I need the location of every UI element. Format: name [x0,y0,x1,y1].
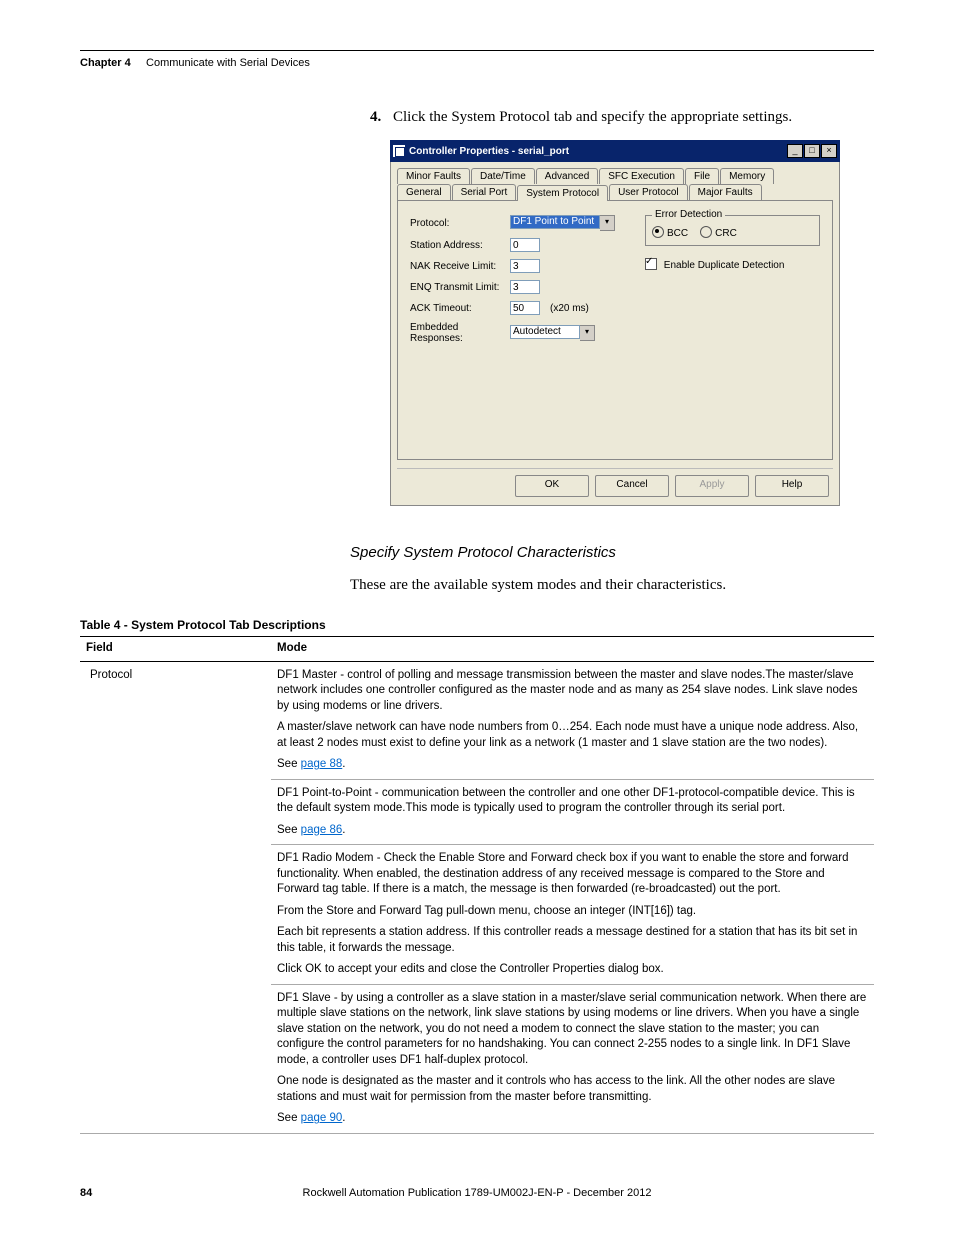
tab-date-time[interactable]: Date/Time [471,168,535,184]
embedded-value: Autodetect [510,325,580,339]
mode-paragraph: Each bit represents a station address. I… [277,925,868,956]
checkbox-icon [645,258,657,270]
page-link[interactable]: page 86 [301,824,343,836]
mode-cell: DF1 Slave - by using a controller as a s… [271,984,874,1133]
protocol-value: DF1 Point to Point [510,215,600,229]
protocol-label: Protocol: [410,218,510,229]
ack-unit: (x20 ms) [550,303,589,314]
publication-info: Rockwell Automation Publication 1789-UM0… [80,1187,874,1199]
enq-input[interactable] [510,280,540,294]
minimize-button[interactable]: _ [787,144,803,158]
running-head: Chapter 4 Communicate with Serial Device… [80,57,874,69]
close-button[interactable]: × [821,144,837,158]
page-footer: 84 Rockwell Automation Publication 1789-… [80,1187,874,1199]
step-number: 4. [370,109,381,125]
radio-crc[interactable]: CRC [700,224,737,239]
radio-icon [652,226,664,238]
see-link-line: See page 90. [277,1111,868,1127]
mode-paragraph: DF1 Master - control of polling and mess… [277,668,868,715]
nak-label: NAK Receive Limit: [410,261,510,272]
ok-button[interactable]: OK [515,475,589,497]
enq-label: ENQ Transmit Limit: [410,282,510,293]
help-button[interactable]: Help [755,475,829,497]
ack-label: ACK Timeout: [410,303,510,314]
step-text: Click the System Protocol tab and specif… [393,109,792,125]
col-mode: Mode [271,637,874,662]
tab-system-protocol[interactable]: System Protocol [517,185,608,201]
col-field: Field [80,637,271,662]
field-cell: Protocol [80,661,271,1133]
page-link[interactable]: page 90 [301,1112,343,1124]
page-link[interactable]: page 88 [301,758,343,770]
protocol-select[interactable]: DF1 Point to Point ▾ [510,215,615,231]
tab-advanced[interactable]: Advanced [536,168,598,184]
dialog-tabs: Minor Faults Date/Time Advanced SFC Exec… [397,168,833,460]
app-icon [393,145,405,157]
mode-cell: DF1 Radio Modem - Check the Enable Store… [271,845,874,985]
header-rule [80,50,874,51]
dialog-titlebar: Controller Properties - serial_port _ □ … [390,140,840,162]
protocol-table: Field Mode ProtocolDF1 Master - control … [80,636,874,1134]
table-caption: Table 4 - System Protocol Tab Descriptio… [80,618,874,632]
duplicate-detection-label: Enable Duplicate Detection [664,260,785,271]
tab-general[interactable]: General [397,184,451,200]
controller-properties-dialog: Controller Properties - serial_port _ □ … [390,140,840,506]
mode-paragraph: Click OK to accept your edits and close … [277,962,868,978]
tab-memory[interactable]: Memory [720,168,774,184]
radio-bcc[interactable]: BCC [652,224,688,239]
chapter-label: Chapter 4 [80,57,131,69]
step-line: 4. Click the System Protocol tab and spe… [370,109,874,126]
mode-paragraph: DF1 Slave - by using a controller as a s… [277,991,868,1069]
tab-panel: Protocol: DF1 Point to Point ▾ Station A… [397,200,833,460]
nak-input[interactable] [510,259,540,273]
ack-input[interactable] [510,301,540,315]
section-subhead: Specify System Protocol Characteristics [350,544,874,561]
section-intro: These are the available system modes and… [350,577,874,594]
tab-sfc-execution[interactable]: SFC Execution [599,168,684,184]
dialog-buttons: OK Cancel Apply Help [397,468,833,499]
mode-paragraph: One node is designated as the master and… [277,1074,868,1105]
embedded-label: Embedded Responses: [410,322,510,344]
tab-major-faults[interactable]: Major Faults [689,184,762,200]
tab-minor-faults[interactable]: Minor Faults [397,168,470,184]
radio-icon [700,226,712,238]
embedded-select[interactable]: Autodetect ▾ [510,325,595,341]
tab-user-protocol[interactable]: User Protocol [609,184,688,200]
cancel-button[interactable]: Cancel [595,475,669,497]
duplicate-detection-checkbox[interactable]: Enable Duplicate Detection [645,256,820,271]
station-label: Station Address: [410,240,510,251]
mode-paragraph: From the Store and Forward Tag pull-down… [277,904,868,920]
tab-serial-port[interactable]: Serial Port [452,184,517,200]
chapter-title: Communicate with Serial Devices [146,57,310,69]
tab-file[interactable]: File [685,168,719,184]
mode-paragraph: A master/slave network can have node num… [277,720,868,751]
chevron-down-icon: ▾ [600,215,615,231]
station-input[interactable] [510,238,540,252]
mode-paragraph: DF1 Point-to-Point - communication betwe… [277,786,868,817]
chevron-down-icon: ▾ [580,325,595,341]
mode-cell: DF1 Point-to-Point - communication betwe… [271,779,874,845]
mode-paragraph: DF1 Radio Modem - Check the Enable Store… [277,851,868,898]
apply-button[interactable]: Apply [675,475,749,497]
error-detection-group: Error Detection BCC CRC [645,215,820,246]
maximize-button[interactable]: □ [804,144,820,158]
table-row: ProtocolDF1 Master - control of polling … [80,661,874,779]
see-link-line: See page 86. [277,823,868,839]
error-detection-legend: Error Detection [652,209,725,220]
see-link-line: See page 88. [277,757,868,773]
mode-cell: DF1 Master - control of polling and mess… [271,661,874,779]
dialog-title: Controller Properties - serial_port [409,146,569,157]
